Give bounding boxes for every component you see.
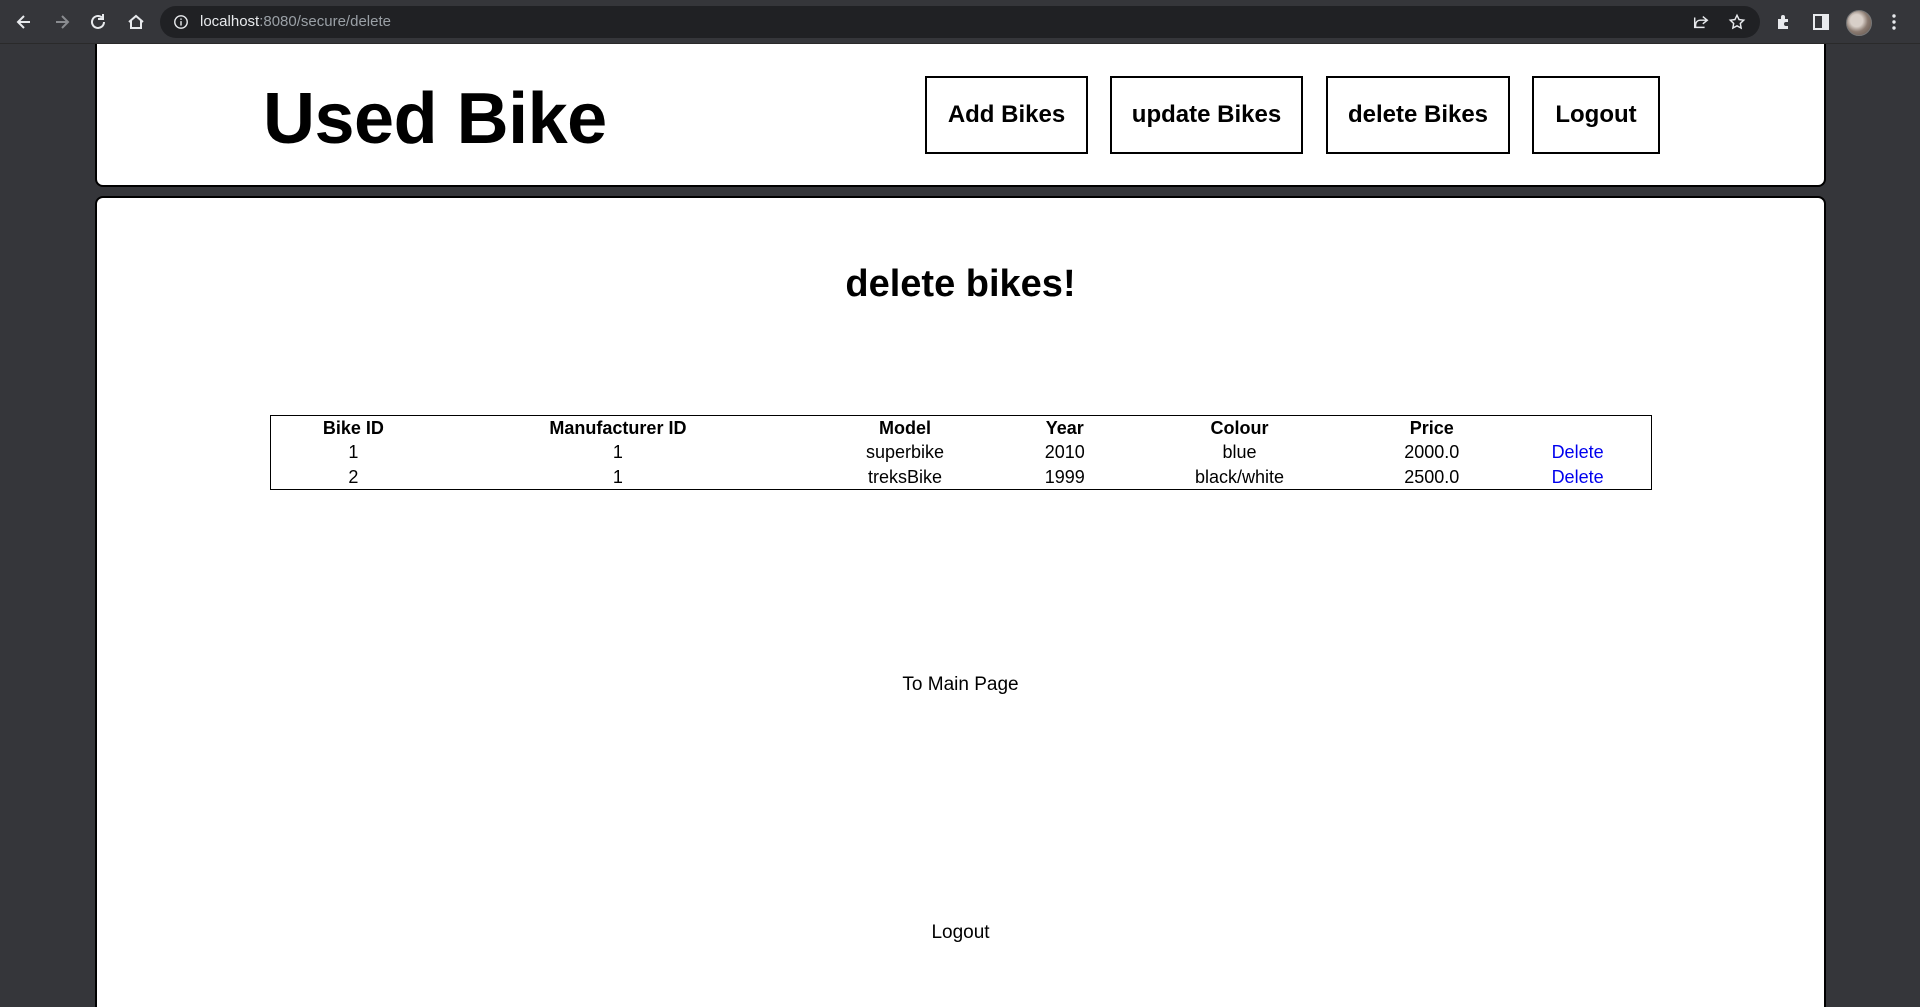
column-header-model: Model bbox=[879, 418, 931, 438]
kebab-menu-icon[interactable] bbox=[1880, 8, 1908, 36]
site-header: Used Bike Add Bikes update Bikes delete … bbox=[95, 44, 1826, 187]
column-header-action bbox=[1504, 416, 1651, 440]
logout-link[interactable]: Logout bbox=[97, 922, 1824, 944]
cell-price: 2500.0 bbox=[1404, 466, 1460, 487]
cell-year: 1999 bbox=[1044, 466, 1085, 487]
site-title: Used Bike bbox=[263, 79, 607, 159]
column-header-bike-id: Bike ID bbox=[322, 418, 384, 438]
bikes-table: Bike ID Manufacturer ID Model Year Colou… bbox=[270, 415, 1652, 490]
reload-icon[interactable] bbox=[84, 8, 112, 36]
cell-colour: blue bbox=[1222, 442, 1257, 463]
cell-model: superbike bbox=[865, 442, 945, 463]
page-title: delete bikes! bbox=[845, 263, 1076, 305]
url-path: :8080/secure/delete bbox=[259, 13, 391, 30]
info-icon[interactable] bbox=[172, 13, 190, 31]
cell-manufacturer-id: 1 bbox=[612, 466, 623, 487]
table-header-row: Bike ID Manufacturer ID Model Year Colou… bbox=[271, 416, 1651, 440]
column-header-manufacturer-id: Manufacturer ID bbox=[549, 418, 687, 438]
browser-toolbar: localhost:8080/secure/delete bbox=[0, 0, 1920, 44]
table-row: 2 1 treksBike 1999 black/white 2500.0 De… bbox=[271, 465, 1651, 490]
star-icon[interactable] bbox=[1726, 12, 1748, 32]
update-bikes-button[interactable]: update Bikes bbox=[1110, 76, 1303, 154]
cell-bike-id: 1 bbox=[348, 442, 359, 463]
add-bikes-button[interactable]: Add Bikes bbox=[925, 76, 1088, 154]
column-header-year: Year bbox=[1045, 418, 1084, 438]
delete-link[interactable]: Delete bbox=[1552, 467, 1604, 487]
to-main-page-link[interactable]: To Main Page bbox=[97, 674, 1824, 696]
delete-link[interactable]: Delete bbox=[1552, 442, 1604, 462]
column-header-price: Price bbox=[1409, 418, 1454, 438]
cell-price: 2000.0 bbox=[1404, 442, 1460, 463]
delete-bikes-button[interactable]: delete Bikes bbox=[1326, 76, 1510, 154]
url-host: localhost bbox=[200, 13, 260, 30]
profile-avatar[interactable] bbox=[1846, 10, 1872, 36]
main-content: delete bikes! Bike ID Manufacturer ID Mo… bbox=[95, 196, 1826, 1007]
cell-model: treksBike bbox=[867, 466, 943, 487]
cell-year: 2010 bbox=[1044, 442, 1085, 463]
logout-button[interactable]: Logout bbox=[1532, 76, 1660, 154]
forward-arrow-icon[interactable] bbox=[48, 8, 76, 36]
cell-action: Delete bbox=[1504, 440, 1651, 465]
address-bar[interactable]: localhost:8080/secure/delete bbox=[160, 6, 1760, 38]
url-text[interactable]: localhost:8080/secure/delete bbox=[200, 13, 391, 30]
cell-action: Delete bbox=[1504, 465, 1651, 490]
share-icon[interactable] bbox=[1690, 12, 1712, 32]
side-panel-icon[interactable] bbox=[1807, 8, 1835, 36]
back-arrow-icon[interactable] bbox=[10, 8, 38, 36]
extensions-icon[interactable] bbox=[1770, 8, 1798, 36]
column-header-colour: Colour bbox=[1210, 418, 1269, 438]
cell-bike-id: 2 bbox=[348, 466, 359, 487]
cell-manufacturer-id: 1 bbox=[612, 442, 623, 463]
table-row: 1 1 superbike 2010 blue 2000.0 Delete bbox=[271, 440, 1651, 465]
cell-colour: black/white bbox=[1195, 466, 1285, 487]
home-icon[interactable] bbox=[122, 8, 150, 36]
